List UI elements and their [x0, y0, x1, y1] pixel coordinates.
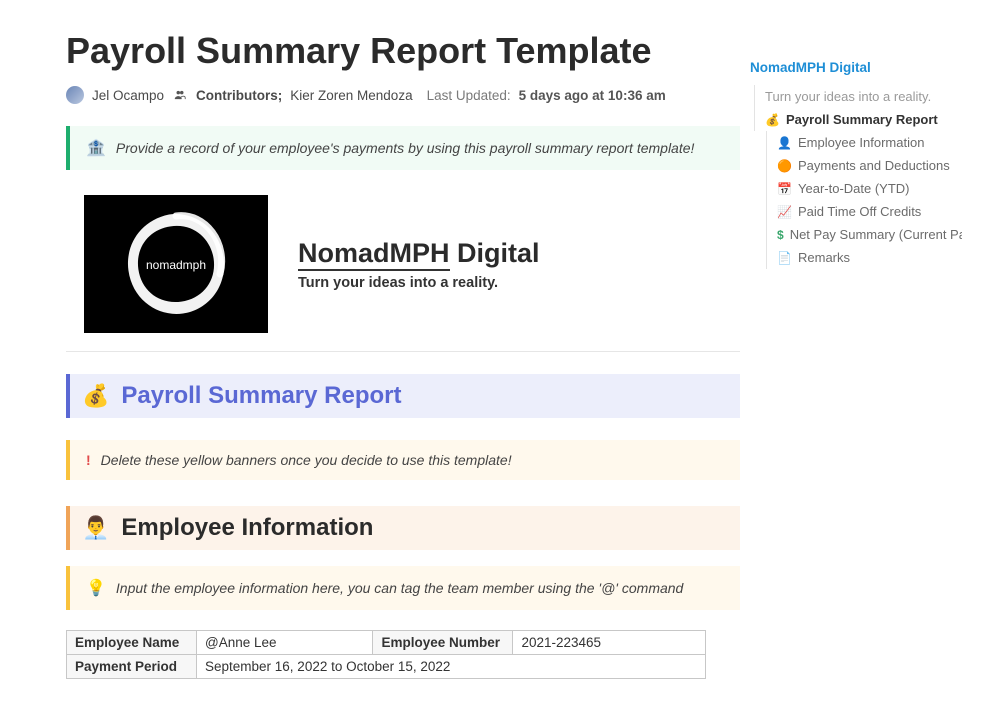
delete-banner-text: Delete these yellow banners once you dec…	[101, 452, 512, 468]
logo-text: nomadmph	[146, 258, 206, 272]
sidebar-item-employee-info[interactable]: 👤 Employee Information	[777, 131, 962, 154]
section-employee-info[interactable]: 👨‍💼 Employee Information	[66, 506, 740, 550]
contributors-value[interactable]: Kier Zoren Mendoza	[290, 88, 412, 103]
coin-icon: 🟠	[777, 159, 792, 173]
chart-icon: 📈	[777, 205, 792, 219]
dollar-icon: $	[777, 228, 784, 242]
author-name[interactable]: Jel Ocampo	[92, 88, 164, 103]
sidebar-item-payments[interactable]: 🟠 Payments and Deductions	[777, 154, 962, 177]
table-row: Employee Name @Anne Lee Employee Number …	[67, 631, 706, 655]
sidebar-list: Turn your ideas into a reality. 💰 Payrol…	[754, 85, 962, 131]
sidebar-top-link[interactable]: NomadMPH Digital	[750, 60, 962, 75]
cell-period-value[interactable]: September 16, 2022 to October 15, 2022	[197, 655, 706, 679]
contributors-icon	[172, 87, 188, 103]
section-title-summary: Payroll Summary Report	[121, 382, 401, 410]
sidebar-item-label: Year-to-Date (YTD)	[798, 181, 910, 196]
note-icon: 📄	[777, 251, 792, 265]
cell-period-label: Payment Period	[67, 655, 197, 679]
sidebar-item-netpay[interactable]: $ Net Pay Summary (Current Pay Pe...	[777, 223, 962, 246]
divider	[66, 351, 740, 352]
delete-banner: ! Delete these yellow banners once you d…	[66, 440, 740, 480]
author-avatar	[66, 86, 84, 104]
calendar-icon: 📅	[777, 182, 792, 196]
page-title: Payroll Summary Report Template	[66, 30, 740, 72]
sidebar-sublist: 👤 Employee Information 🟠 Payments and De…	[766, 131, 962, 269]
sidebar-item-label: Paid Time Off Credits	[798, 204, 921, 219]
cell-name-label: Employee Name	[67, 631, 197, 655]
sidebar-item-ytd[interactable]: 📅 Year-to-Date (YTD)	[777, 177, 962, 200]
bank-icon: 🏦	[86, 138, 106, 158]
meta-row: Jel Ocampo Contributors; Kier Zoren Mend…	[66, 86, 740, 104]
contributors-label: Contributors;	[196, 88, 282, 103]
intro-banner: 🏦 Provide a record of your employee's pa…	[66, 126, 740, 170]
person-icon: 👨‍💼	[82, 515, 109, 541]
updated-label: Last Updated:	[427, 88, 511, 103]
sidebar-item-remarks[interactable]: 📄 Remarks	[777, 246, 962, 269]
brand-name: NomadMPH Digital	[298, 237, 540, 269]
sidebar-item-label: Payroll Summary Report	[786, 112, 938, 127]
table-row: Payment Period September 16, 2022 to Oct…	[67, 655, 706, 679]
sidebar-outline: NomadMPH Digital Turn your ideas into a …	[740, 0, 972, 724]
cell-number-label: Employee Number	[373, 631, 513, 655]
brand-logo: nomadmph	[84, 195, 268, 333]
exclaim-icon: !	[86, 452, 91, 468]
cell-number-value[interactable]: 2021-223465	[513, 631, 706, 655]
sidebar-item-payroll-summary[interactable]: 💰 Payroll Summary Report	[765, 108, 962, 131]
person-icon: 👤	[777, 136, 792, 150]
sidebar-item-label: Employee Information	[798, 135, 924, 150]
main-content: Payroll Summary Report Template Jel Ocam…	[0, 0, 740, 724]
sidebar-item-pto[interactable]: 📈 Paid Time Off Credits	[777, 200, 962, 223]
employee-table: Employee Name @Anne Lee Employee Number …	[66, 630, 706, 679]
sidebar-item-label: Remarks	[798, 250, 850, 265]
sidebar-item-label: Net Pay Summary (Current Pay Pe...	[790, 227, 962, 242]
section-payroll-summary[interactable]: 💰 Payroll Summary Report	[66, 374, 740, 418]
employee-hint-text: Input the employee information here, you…	[116, 580, 683, 596]
moneybag-icon: 💰	[765, 113, 780, 127]
moneybag-icon: 💰	[82, 383, 109, 409]
employee-hint-banner: 💡 Input the employee information here, y…	[66, 566, 740, 610]
brand-tagline: Turn your ideas into a reality.	[298, 275, 540, 291]
cell-name-value[interactable]: @Anne Lee	[197, 631, 373, 655]
sidebar-tagline[interactable]: Turn your ideas into a reality.	[765, 85, 962, 108]
section-title-employee: Employee Information	[121, 514, 373, 542]
updated-value: 5 days ago at 10:36 am	[519, 88, 666, 103]
brand-row: nomadmph NomadMPH Digital Turn your idea…	[84, 195, 740, 333]
sidebar-item-label: Payments and Deductions	[798, 158, 950, 173]
bulb-icon: 💡	[86, 578, 106, 598]
brand-text: NomadMPH Digital Turn your ideas into a …	[298, 237, 540, 291]
intro-banner-text: Provide a record of your employee's paym…	[116, 140, 694, 156]
